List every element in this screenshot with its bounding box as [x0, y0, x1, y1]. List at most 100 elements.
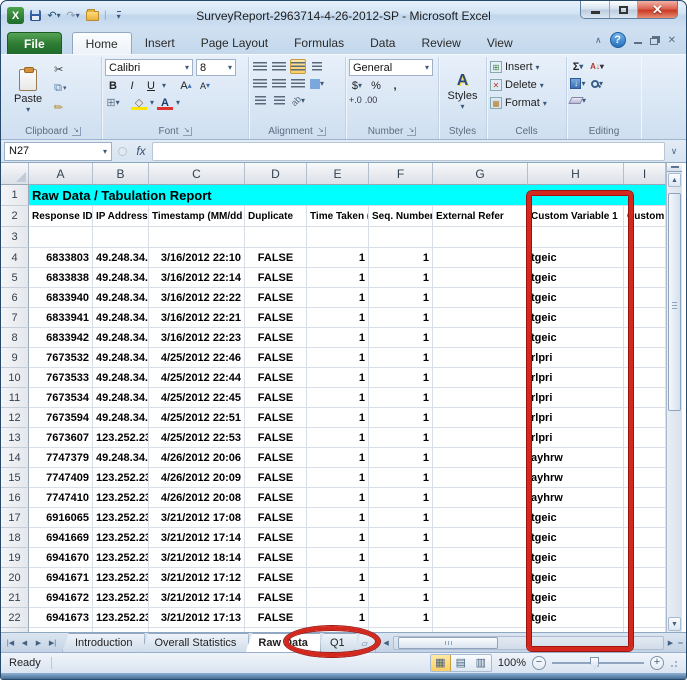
cell[interactable]: 1 — [307, 568, 369, 588]
cell[interactable]: 1 — [307, 328, 369, 348]
cell-header[interactable]: Timestamp (MM/dd — [149, 206, 245, 227]
zoom-out-icon[interactable]: − — [532, 656, 546, 670]
cell[interactable]: rlpri — [528, 348, 624, 368]
cell-header[interactable]: Response ID — [29, 206, 93, 227]
decrease-decimal-button[interactable]: .00 — [365, 95, 378, 105]
minimize-ribbon-icon[interactable]: ∧ — [595, 35, 602, 46]
cell[interactable]: FALSE — [245, 608, 307, 628]
bold-button[interactable]: B — [105, 78, 121, 93]
clear-button[interactable]: ▾ — [570, 93, 586, 108]
cell[interactable]: 7673534 — [29, 388, 93, 408]
cell[interactable]: 7673533 — [29, 368, 93, 388]
clipboard-dialog-launcher-icon[interactable]: ↘ — [72, 127, 81, 136]
cell[interactable]: FALSE — [245, 468, 307, 488]
row-header-4[interactable]: 4 — [1, 248, 29, 268]
font-size-combo[interactable]: 8▾ — [196, 59, 236, 76]
cell[interactable] — [624, 488, 666, 508]
close-button[interactable]: ✕ — [637, 1, 677, 18]
cell[interactable] — [624, 388, 666, 408]
cell[interactable] — [624, 368, 666, 388]
cell[interactable]: FALSE — [245, 288, 307, 308]
expand-formula-bar-icon[interactable]: ∨ — [665, 146, 683, 157]
cell[interactable]: 1 — [307, 528, 369, 548]
cell[interactable] — [624, 328, 666, 348]
cell[interactable] — [433, 508, 528, 528]
cell[interactable]: 49.248.34.20 — [93, 308, 149, 328]
normal-view-icon[interactable]: ▦ — [431, 655, 451, 671]
top-align-button[interactable] — [252, 59, 268, 74]
insert-cells-button[interactable]: ⊞Insert▾ — [490, 59, 563, 75]
cell[interactable]: 6833941 — [29, 308, 93, 328]
formula-input[interactable] — [152, 142, 665, 161]
cell-title[interactable]: Raw Data / Tabulation Report — [29, 185, 666, 206]
row-header-12[interactable]: 12 — [1, 408, 29, 428]
cell[interactable]: FALSE — [245, 248, 307, 268]
row-header-22[interactable]: 22 — [1, 608, 29, 628]
cell[interactable] — [149, 227, 245, 248]
cell[interactable]: 6833803 — [29, 248, 93, 268]
cell[interactable]: 4/25/2012 22:44 — [149, 368, 245, 388]
shrink-font-button[interactable]: A▾ — [197, 78, 213, 93]
copy-button[interactable]: ⧉▾ — [52, 80, 70, 96]
cell-header[interactable]: External Refer — [433, 206, 528, 227]
cell[interactable] — [433, 408, 528, 428]
cell[interactable]: FALSE — [245, 568, 307, 588]
vertical-scrollbar[interactable]: ▲ ▼ — [666, 163, 682, 632]
cell[interactable] — [369, 227, 433, 248]
cell[interactable]: 49.248.34.20 — [93, 368, 149, 388]
cell[interactable]: 1 — [307, 428, 369, 448]
decrease-indent-button[interactable] — [252, 93, 268, 108]
font-color-button[interactable]: A — [157, 95, 173, 110]
styles-button[interactable]: A Styles▾ — [442, 59, 484, 124]
middle-align-button[interactable] — [271, 59, 287, 74]
cell[interactable]: 1 — [307, 388, 369, 408]
horizontal-scroll-track[interactable] — [393, 636, 664, 650]
cell[interactable] — [433, 568, 528, 588]
redo-button[interactable]: ↷▾ — [65, 8, 81, 24]
merge-center-button[interactable]: ▾ — [309, 76, 325, 91]
cell[interactable]: 49.248.34.20 — [93, 348, 149, 368]
number-dialog-launcher-icon[interactable]: ↘ — [407, 127, 416, 136]
cell[interactable] — [433, 608, 528, 628]
tab-splitter-handle[interactable] — [678, 642, 683, 644]
cell[interactable]: 1 — [369, 568, 433, 588]
cell[interactable]: 3/16/2012 22:22 — [149, 288, 245, 308]
cell[interactable]: 123.252.239. — [93, 488, 149, 508]
cell[interactable]: tgeic — [528, 328, 624, 348]
cell[interactable]: 1 — [369, 348, 433, 368]
cell[interactable] — [624, 408, 666, 428]
cell[interactable]: 4/25/2012 22:53 — [149, 428, 245, 448]
cell[interactable] — [433, 368, 528, 388]
cell[interactable]: 1 — [369, 328, 433, 348]
customize-qat-button[interactable]: ▾ — [111, 8, 127, 24]
format-painter-button[interactable]: ✎ — [52, 99, 70, 115]
cell[interactable] — [433, 348, 528, 368]
cell-header[interactable]: IP Address — [93, 206, 149, 227]
cell[interactable]: 4/26/2012 20:08 — [149, 488, 245, 508]
cell[interactable]: FALSE — [245, 348, 307, 368]
cell[interactable]: 1 — [369, 428, 433, 448]
cell[interactable]: 123.252.239. — [93, 608, 149, 628]
cell[interactable]: 3/21/2012 17:12 — [149, 568, 245, 588]
font-name-combo[interactable]: Calibri▾ — [105, 59, 193, 76]
cell[interactable]: 1 — [369, 308, 433, 328]
cell[interactable]: tgeic — [528, 588, 624, 608]
cell[interactable]: 6833940 — [29, 288, 93, 308]
cell[interactable] — [433, 227, 528, 248]
cell[interactable] — [433, 328, 528, 348]
cell[interactable]: 3/21/2012 18:14 — [149, 548, 245, 568]
sort-filter-button[interactable]: A↓▾ — [589, 59, 605, 74]
row-header-7[interactable]: 7 — [1, 308, 29, 328]
row-header-8[interactable]: 8 — [1, 328, 29, 348]
cell[interactable]: 1 — [307, 348, 369, 368]
column-header-E[interactable]: E — [307, 163, 369, 185]
save-button[interactable] — [27, 8, 43, 24]
tab-view[interactable]: View — [474, 32, 526, 54]
align-right-button[interactable] — [290, 76, 306, 91]
cell[interactable]: 7673532 — [29, 348, 93, 368]
workbook-restore-button[interactable] — [650, 36, 660, 45]
cell[interactable]: 1 — [307, 368, 369, 388]
page-layout-view-icon[interactable]: ▤ — [451, 655, 471, 671]
scroll-up-icon[interactable]: ▲ — [668, 173, 681, 187]
cell[interactable]: 1 — [369, 248, 433, 268]
